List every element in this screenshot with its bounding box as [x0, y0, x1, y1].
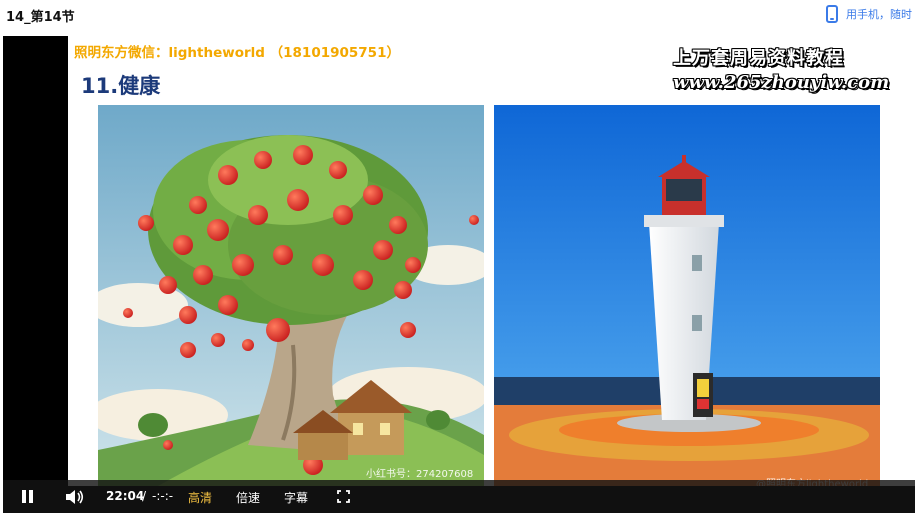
lighthouse-illustration — [494, 105, 880, 486]
mobile-watch-link[interactable]: 用手机，随时 — [826, 3, 912, 25]
page-title: 14_第14节 — [6, 10, 75, 25]
volume-icon[interactable] — [65, 489, 85, 505]
total-time: -:-:- — [152, 489, 174, 503]
contact-text: 照明东方微信：lightheworld （18101905751） — [74, 45, 400, 61]
pause-icon[interactable] — [22, 490, 34, 503]
title-bar: 14_第14节 用手机，随时 — [0, 0, 915, 30]
time-separator: / — [142, 489, 147, 503]
watermark-url: www.265zhouyiw.com — [673, 72, 890, 93]
quality-button[interactable]: 高清 — [188, 489, 212, 506]
video-player[interactable]: 照明东方微信：lightheworld （18101905751） 上万套周易资… — [3, 36, 915, 513]
mobile-watch-label: 用手机，随时 — [846, 8, 912, 21]
slide-heading: 11.健康 — [81, 74, 161, 98]
watermark-title: 上万套周易资料教程 — [673, 48, 844, 69]
apple-tree-illustration — [98, 105, 484, 486]
current-time: 22:04 — [106, 489, 145, 503]
fullscreen-icon[interactable] — [337, 490, 350, 503]
image-caption: 小红书号：274207608 — [366, 469, 474, 480]
player-controls: 22:04 / -:-:- 高清 倍速 字幕 — [3, 480, 915, 513]
phone-icon — [826, 5, 838, 23]
video-frame: 照明东方微信：lightheworld （18101905751） 上万套周易资… — [68, 36, 915, 486]
lighthouse-image: @照明东方lightheworld — [494, 105, 880, 486]
subtitles-button[interactable]: 字幕 — [284, 489, 308, 506]
apple-tree-image: 小红书号：274207608 — [98, 105, 484, 486]
speed-button[interactable]: 倍速 — [236, 489, 260, 506]
